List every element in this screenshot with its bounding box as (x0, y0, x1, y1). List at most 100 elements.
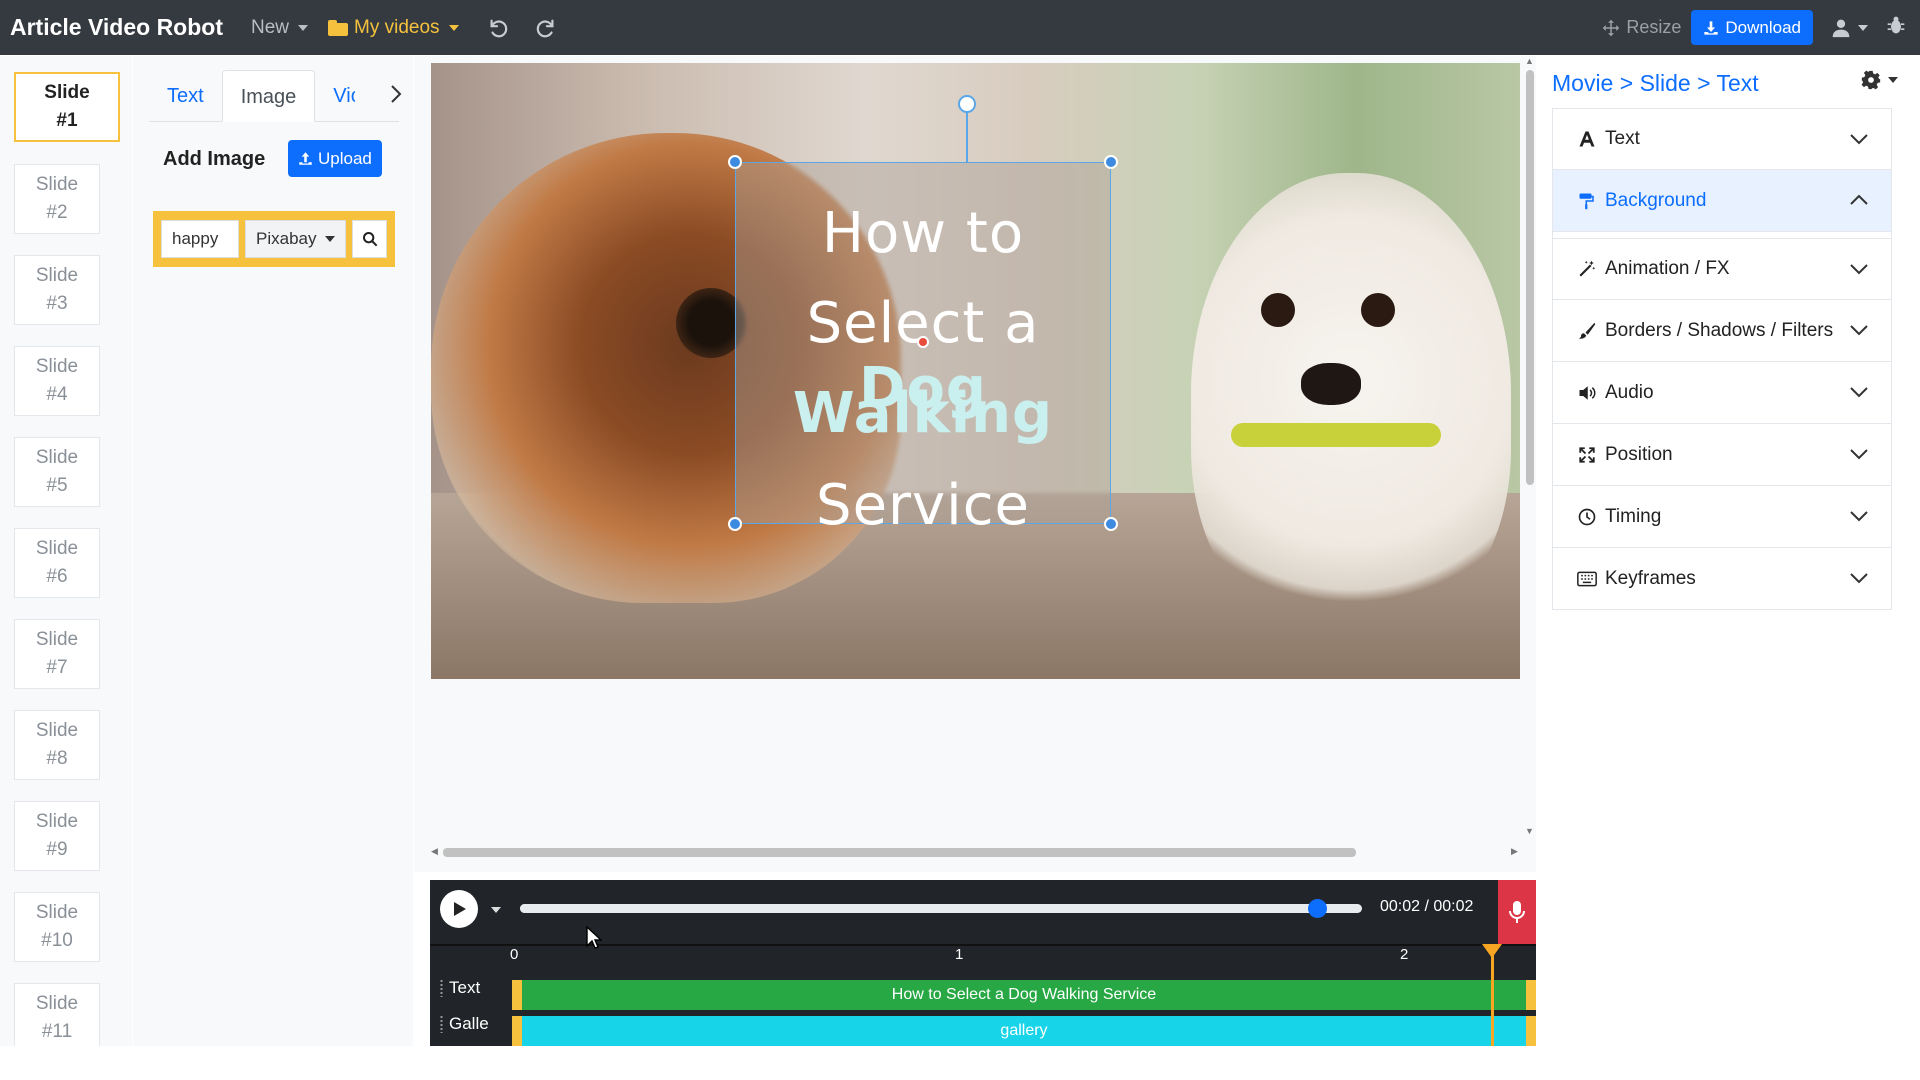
gear-icon (1861, 70, 1881, 90)
slide-thumb-6[interactable]: Slide #6 (14, 528, 100, 598)
new-menu[interactable]: New (251, 16, 309, 39)
slide-thumb-1[interactable]: Slide #1 (14, 72, 120, 142)
track-label-gallery[interactable]: Galle (440, 1014, 502, 1034)
accordion-keyframes[interactable]: Keyframes (1552, 548, 1892, 610)
tab-image[interactable]: Image (221, 70, 316, 122)
slide-thumb-4[interactable]: Slide #4 (14, 346, 100, 416)
accordion-label: Text (1605, 128, 1640, 149)
stage-horizontal-scrollbar[interactable]: ◀ ▶ (431, 845, 1522, 859)
record-voice-button[interactable] (1498, 880, 1536, 944)
track-end-handle[interactable] (1526, 980, 1536, 1010)
stage-vscroll-thumb[interactable] (1526, 70, 1534, 485)
tick-label: 1 (955, 946, 964, 963)
resize-handle-ne[interactable] (1104, 155, 1118, 169)
accordion-text[interactable]: Text (1552, 108, 1892, 170)
microphone-icon (1509, 901, 1525, 923)
bug-icon (1887, 16, 1905, 34)
accordion-position[interactable]: Position (1552, 424, 1892, 486)
slide-thumb-7[interactable]: Slide #7 (14, 619, 100, 689)
slide-thumb-11[interactable]: Slide #11 (14, 983, 100, 1046)
track-bar-text[interactable]: How to Select a Dog Walking Service (512, 980, 1536, 1010)
slide-thumb-2[interactable]: Slide #2 (14, 164, 100, 234)
track-label-name: Galle (449, 1014, 489, 1033)
top-navbar: Article Video Robot New My videos Resize… (0, 0, 1920, 55)
scroll-up-arrow[interactable]: ▲ (1525, 56, 1534, 66)
upload-button[interactable]: Upload (288, 140, 382, 177)
text-line: Service (816, 473, 1030, 538)
chevron-down-icon (1849, 444, 1869, 470)
accordion-borders[interactable]: Borders / Shadows / Filters (1552, 300, 1892, 362)
accordion-label: Position (1605, 443, 1673, 465)
user-menu[interactable] (1831, 18, 1868, 38)
accordion-audio[interactable]: Audio (1552, 362, 1892, 424)
track-bar-gallery[interactable]: gallery (512, 1016, 1536, 1046)
dog-collar (1231, 423, 1441, 447)
seek-knob[interactable] (1307, 899, 1327, 918)
scroll-right-arrow[interactable]: ▶ (1511, 846, 1518, 857)
mouse-cursor-icon (586, 925, 603, 955)
tick-label: 0 (510, 946, 519, 963)
tabs-next-button[interactable] (389, 84, 403, 109)
slide-thumb-3[interactable]: Slide #3 (14, 255, 100, 325)
element-tabs: Text Image Vic (149, 70, 399, 122)
download-button[interactable]: Download (1691, 10, 1813, 45)
resize-handle-nw[interactable] (728, 155, 742, 169)
new-menu-label: New (251, 16, 290, 38)
scroll-down-arrow[interactable]: ▼ (1525, 826, 1534, 836)
slide-thumb-5[interactable]: Slide #5 (14, 437, 100, 507)
timeline-panel: 00:02 / 00:02 0 1 2 Text How to Select a… (430, 880, 1536, 1046)
my-videos-label: My videos (354, 16, 440, 38)
slide-canvas[interactable]: How to Select a Dog Walking Service (431, 63, 1520, 679)
undo-button[interactable] (481, 11, 515, 45)
tab-text[interactable]: Text (149, 70, 222, 122)
stage-vertical-scrollbar[interactable]: ▲ ▼ (1522, 56, 1536, 836)
download-icon (1704, 20, 1719, 35)
settings-dropdown[interactable] (1861, 70, 1898, 90)
track-end-handle[interactable] (1526, 1016, 1536, 1046)
caret-down-icon (491, 907, 501, 913)
rotate-handle[interactable] (958, 95, 976, 113)
paint-roller-icon (1577, 191, 1597, 211)
track-label-name: Text (449, 978, 481, 997)
seek-bar[interactable] (520, 899, 1362, 918)
rotate-line (966, 111, 968, 162)
image-source-select[interactable]: Pixabay (245, 220, 347, 258)
slide-thumb-9[interactable]: Slide #9 (14, 801, 100, 871)
track-start-handle[interactable] (512, 980, 522, 1010)
resize-handle-se[interactable] (1104, 517, 1118, 531)
track-label-text[interactable]: Text (440, 978, 502, 998)
upload-label: Upload (318, 148, 372, 168)
my-videos-menu[interactable]: My videos (328, 17, 459, 39)
chevron-down-icon (1849, 129, 1869, 155)
accordion-background[interactable]: Background (1552, 170, 1892, 232)
slide-thumb-8[interactable]: Slide #8 (14, 710, 100, 780)
redo-button[interactable] (529, 11, 563, 45)
text-element[interactable]: How to Select a Dog Walking Service (735, 162, 1111, 538)
play-button[interactable] (440, 890, 478, 928)
bug-report-button[interactable] (1886, 15, 1906, 40)
playhead-line[interactable] (1491, 944, 1494, 1046)
scroll-left-arrow[interactable]: ◀ (431, 846, 438, 857)
text-line-highlight: Walking (792, 381, 1054, 446)
accordion-timing[interactable]: Timing (1552, 486, 1892, 548)
seek-bar-fill (520, 904, 1317, 913)
app-root: Article Video Robot New My videos Resize… (0, 0, 1920, 1080)
text-line: How to (821, 201, 1025, 266)
resize-button[interactable]: Resize (1602, 17, 1681, 38)
accordion-animation[interactable]: Animation / FX (1552, 238, 1892, 300)
tab-video[interactable]: Vic (315, 70, 355, 122)
track-start-handle[interactable] (512, 1016, 522, 1046)
download-label: Download (1725, 17, 1801, 37)
stage-hscroll-thumb[interactable] (443, 848, 1356, 857)
image-search-button[interactable] (352, 220, 387, 258)
image-search-input[interactable] (161, 220, 239, 258)
anchor-point[interactable] (917, 336, 929, 348)
resize-handle-sw[interactable] (728, 517, 742, 531)
breadcrumb[interactable]: Movie > Slide > Text (1552, 70, 1759, 97)
playback-options-dropdown[interactable] (488, 900, 501, 918)
add-element-panel: Text Image Vic Add Image Upload Pixabay (133, 56, 413, 1046)
magic-wand-icon (1577, 259, 1597, 279)
caret-down-icon (298, 24, 309, 31)
chevron-down-icon (1849, 568, 1869, 594)
slide-thumb-10[interactable]: Slide #10 (14, 892, 100, 962)
